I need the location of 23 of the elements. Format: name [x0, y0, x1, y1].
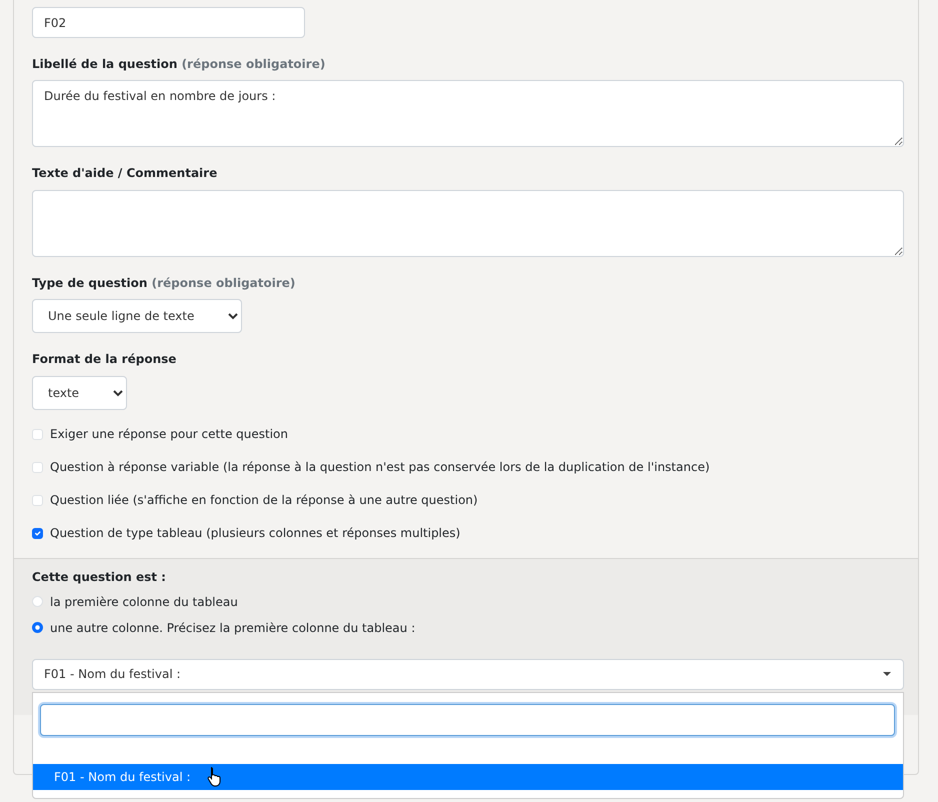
- pointer-cursor-icon: [206, 766, 223, 788]
- code-field[interactable]: F02: [32, 7, 305, 38]
- radio-label: la première colonne du tableau: [50, 594, 238, 611]
- radio-label: une autre colonne. Précisez la première colonne du tableau :: [50, 620, 416, 637]
- text-area[interactable]: Durée du festival en nombre de jours :: [32, 80, 904, 148]
- field-label: Libellé de la question (réponse obligatoire): [32, 57, 326, 72]
- dropdown-option[interactable]: F01 - Nom du festival :: [33, 764, 903, 790]
- search-field[interactable]: [40, 704, 895, 736]
- select-dropdown[interactable]: texte: [32, 376, 127, 410]
- section-title: Cette question est :: [32, 570, 167, 584]
- select-dropdown[interactable]: Une seule ligne de texte: [32, 299, 242, 334]
- field-label: Texte d'aide / Commentaire: [32, 166, 218, 181]
- field-label: Type de question (réponse obligatoire): [32, 276, 296, 290]
- checkbox-label: Question liée (s'affiche en fonction de la réponse à une autre question): [50, 492, 478, 510]
- checkbox-label: Question de type tableau (plusieurs colonnes et réponses multiples): [50, 525, 460, 542]
- checkbox-label: Question à réponse variable (la réponse à la question n'est pas conservée lors de la duplication de l'instance): [50, 459, 710, 476]
- select-dropdown[interactable]: F01 - Nom du festival :: [32, 658, 904, 690]
- checkbox-label: Exiger une réponse pour cette question: [50, 426, 288, 444]
- caret-icon: [883, 672, 891, 676]
- text-area[interactable]: [32, 190, 904, 257]
- field-label: Format de la réponse: [32, 352, 178, 367]
- radio-button[interactable]: [32, 622, 43, 634]
- checkbox[interactable]: [32, 528, 43, 539]
